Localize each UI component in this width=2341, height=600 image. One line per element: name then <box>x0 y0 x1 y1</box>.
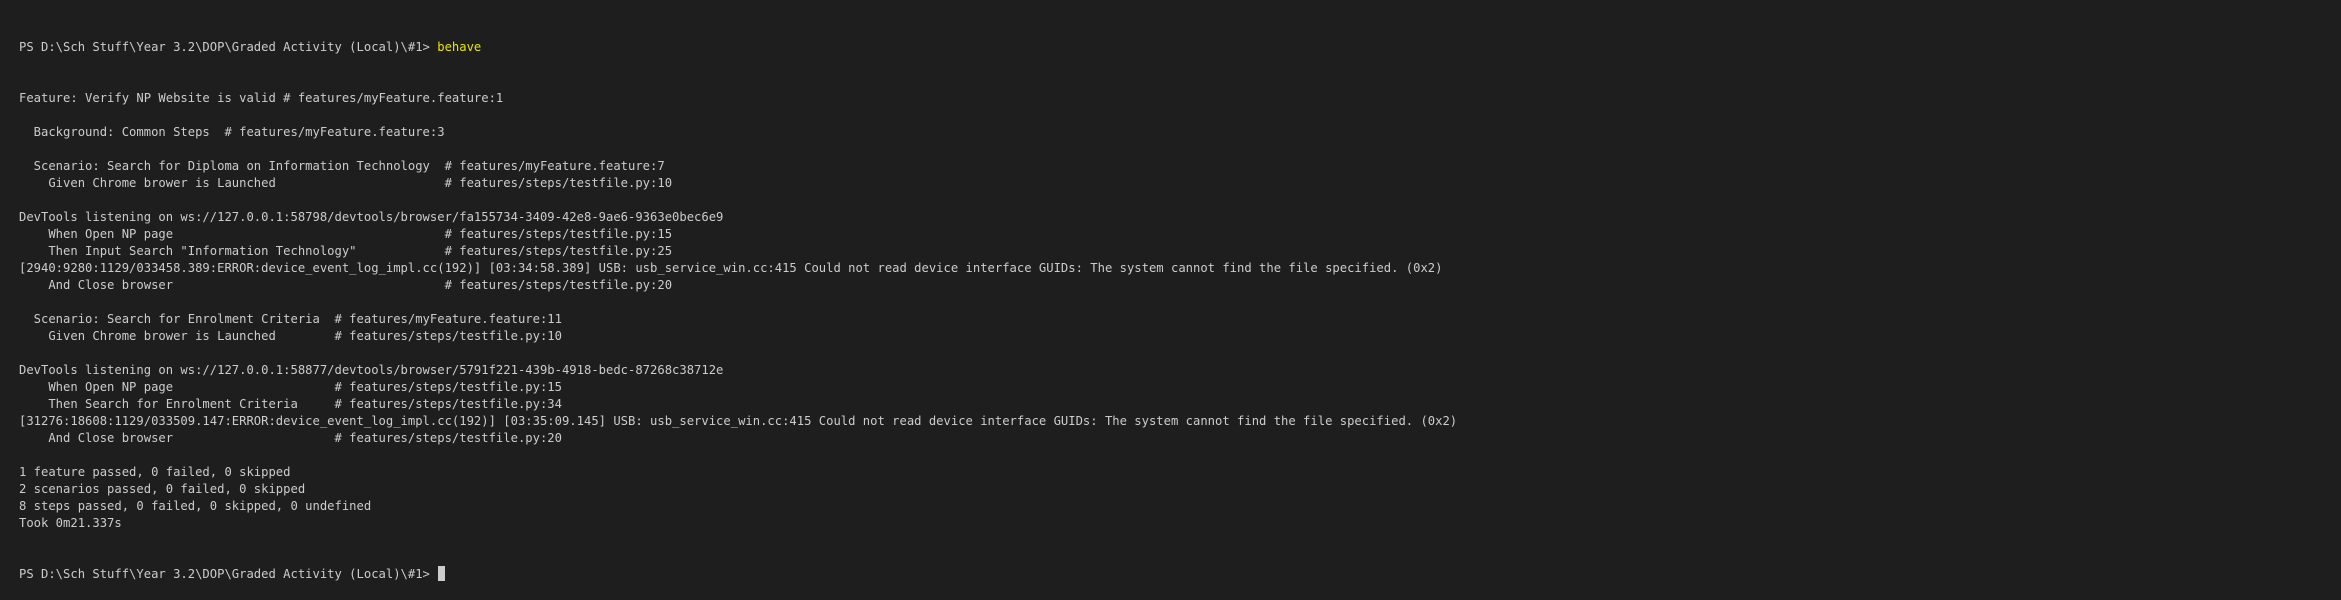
output-line: Feature: Verify NP Website is valid # fe… <box>19 91 504 105</box>
output-line: And Close browser # features/steps/testf… <box>19 431 562 445</box>
output-line: 2 scenarios passed, 0 failed, 0 skipped <box>19 482 306 496</box>
output-line: And Close browser # features/steps/testf… <box>19 278 673 292</box>
text-cursor <box>438 566 446 581</box>
output-line: Then Search for Enrolment Criteria # fea… <box>19 397 562 411</box>
output-line: Took 0m21.337s <box>19 516 122 530</box>
output-line: Scenario: Search for Diploma on Informat… <box>19 159 665 173</box>
prompt: PS D:\Sch Stuff\Year 3.2\DOP\Graded Acti… <box>19 40 438 54</box>
terminal-output: Feature: Verify NP Website is valid # fe… <box>19 90 2341 532</box>
output-line: Scenario: Search for Enrolment Criteria … <box>19 312 562 326</box>
output-line: 1 feature passed, 0 failed, 0 skipped <box>19 465 291 479</box>
output-line: [2940:9280:1129/033458.389:ERROR:device_… <box>19 261 1443 275</box>
output-line: Given Chrome brower is Launched # featur… <box>19 329 562 343</box>
command-text: behave <box>437 40 482 54</box>
final-prompt: PS D:\Sch Stuff\Year 3.2\DOP\Graded Acti… <box>19 567 438 581</box>
output-line: 8 steps passed, 0 failed, 0 skipped, 0 u… <box>19 499 372 513</box>
input-line[interactable]: PS D:\Sch Stuff\Year 3.2\DOP\Graded Acti… <box>19 566 2341 583</box>
output-line: Then Input Search "Information Technolog… <box>19 244 673 258</box>
output-line: When Open NP page # features/steps/testf… <box>19 227 673 241</box>
output-line: Background: Common Steps # features/myFe… <box>19 125 445 139</box>
output-line: DevTools listening on ws://127.0.0.1:587… <box>19 210 724 224</box>
command-line: PS D:\Sch Stuff\Year 3.2\DOP\Graded Acti… <box>19 39 2341 56</box>
terminal-panel[interactable]: PS D:\Sch Stuff\Year 3.2\DOP\Graded Acti… <box>0 0 2341 581</box>
output-line: When Open NP page # features/steps/testf… <box>19 380 562 394</box>
output-line: Given Chrome brower is Launched # featur… <box>19 176 673 190</box>
output-line: DevTools listening on ws://127.0.0.1:588… <box>19 363 724 377</box>
output-line: [31276:18608:1129/033509.147:ERROR:devic… <box>19 414 1458 428</box>
